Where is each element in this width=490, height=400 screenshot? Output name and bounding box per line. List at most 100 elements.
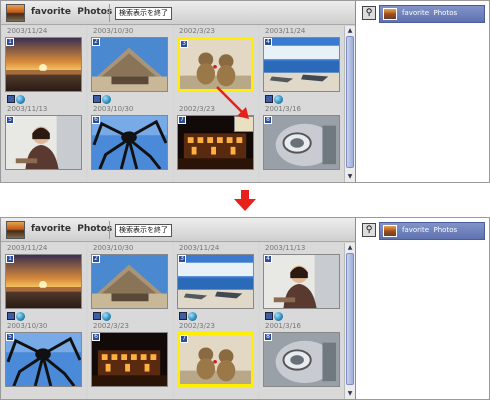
photo-thumbnail[interactable]: 2 <box>91 254 168 309</box>
photo-date: 2003/11/13 <box>7 105 48 113</box>
drag-arrow-icon <box>216 86 249 119</box>
photo-thumbnail[interactable]: 8 <box>263 332 340 387</box>
photo-number-badge: 2 <box>92 38 100 46</box>
photo-thumbnail[interactable]: 2 <box>91 37 168 92</box>
photo-thumbnail[interactable]: 5 <box>5 332 82 387</box>
sidebar-item-favorite-photos[interactable]: favorite Photos <box>379 222 485 240</box>
photo-cell[interactable]: 2003/11/24 4 <box>260 26 344 105</box>
globe-icon[interactable] <box>274 312 283 321</box>
photo-browser: favorite Photos 検索表示を終了 2003/11/24 1 2003/… <box>1 1 356 182</box>
album-title: favorite Photos <box>31 7 113 17</box>
header-divider <box>109 4 110 22</box>
thumbnail-grid: 2003/11/24 1 2003/10/30 2 2003/11/24 3 2003/11… <box>1 243 344 399</box>
photo-cell[interactable]: 2002/3/23 6 <box>88 321 172 399</box>
photo-status-icons <box>7 312 37 321</box>
scroll-up-icon[interactable]: ▲ <box>346 244 354 252</box>
photo-date: 2003/10/30 <box>93 105 134 113</box>
photo-date: 2003/10/30 <box>93 244 134 252</box>
globe-icon[interactable] <box>274 95 283 104</box>
vertical-scrollbar[interactable]: ▲ ▼ <box>344 243 355 399</box>
exit-search-button[interactable]: 検索表示を終了 <box>115 7 172 20</box>
scroll-down-icon[interactable]: ▼ <box>346 173 354 181</box>
photo-cell[interactable]: 2001/3/16 8 <box>260 321 344 399</box>
photo-number-badge: 6 <box>92 116 100 124</box>
photo-date: 2003/10/30 <box>93 27 134 35</box>
photo-cell[interactable]: 2003/10/30 2 <box>88 26 172 105</box>
info-icon[interactable] <box>93 312 101 320</box>
photo-cell[interactable]: 2003/10/30 5 <box>2 321 86 399</box>
photo-number-badge: 7 <box>180 335 188 343</box>
photo-number-badge: 8 <box>264 116 272 124</box>
info-icon[interactable] <box>93 95 101 103</box>
photo-status-icons <box>265 95 295 104</box>
photo-status-icons <box>265 312 295 321</box>
photo-thumbnail[interactable]: 3 <box>177 254 254 309</box>
photo-cell[interactable]: 2002/3/23 7 <box>174 321 258 399</box>
photo-thumbnail[interactable]: 8 <box>263 115 340 170</box>
globe-icon[interactable] <box>102 95 111 104</box>
photo-thumbnail[interactable]: 5 <box>5 115 82 170</box>
photo-number-badge: 5 <box>6 333 14 341</box>
photo-cell[interactable]: 2003/11/24 1 <box>2 26 86 105</box>
scroll-thumb[interactable] <box>346 36 354 168</box>
photo-thumbnail[interactable]: 6 <box>91 115 168 170</box>
photo-thumbnail[interactable]: 4 <box>263 37 340 92</box>
photo-number-badge: 6 <box>92 333 100 341</box>
header-divider <box>109 221 110 239</box>
photo-number-badge: 1 <box>6 255 14 263</box>
photo-cell[interactable]: 2003/11/24 1 <box>2 243 86 322</box>
panel-after: favorite Photos 検索表示を終了 2003/11/24 1 2003/… <box>0 217 490 400</box>
photo-number-badge: 7 <box>178 116 186 124</box>
globe-icon[interactable] <box>188 312 197 321</box>
photo-thumbnail[interactable]: 1 <box>5 254 82 309</box>
binoculars-icon[interactable]: ⚲ <box>362 223 376 237</box>
album-sidebar: ⚲ favorite Photos <box>357 1 489 182</box>
photo-cell[interactable]: 2001/3/16 8 <box>260 104 344 182</box>
scroll-up-icon[interactable]: ▲ <box>346 27 354 35</box>
sidebar-item-favorite-photos[interactable]: favorite Photos <box>379 5 485 23</box>
photo-cell[interactable]: 2003/11/24 3 <box>174 243 258 322</box>
info-icon[interactable] <box>265 95 273 103</box>
down-arrow-icon <box>234 190 256 211</box>
photo-thumbnail[interactable]: 7 <box>177 332 254 387</box>
info-icon[interactable] <box>179 312 187 320</box>
scroll-thumb[interactable] <box>346 253 354 385</box>
photo-date: 2003/10/30 <box>7 322 48 330</box>
globe-icon[interactable] <box>16 95 25 104</box>
photo-thumbnail[interactable]: 3 <box>177 37 254 92</box>
photo-number-badge: 2 <box>92 255 100 263</box>
globe-icon[interactable] <box>16 312 25 321</box>
sidebar-item-label: favorite Photos <box>402 9 458 17</box>
globe-icon[interactable] <box>102 312 111 321</box>
exit-search-button[interactable]: 検索表示を終了 <box>115 224 172 237</box>
info-icon[interactable] <box>7 95 15 103</box>
photo-cell[interactable]: 2003/11/13 4 <box>260 243 344 322</box>
sidebar-item-label: favorite Photos <box>402 226 458 234</box>
photo-date: 2003/11/13 <box>265 244 306 252</box>
photo-album-icon <box>6 221 25 239</box>
photo-cell[interactable]: 2003/10/30 6 <box>88 104 172 182</box>
info-icon[interactable] <box>265 312 273 320</box>
photo-number-badge: 8 <box>264 333 272 341</box>
browser-header: favorite Photos 検索表示を終了 <box>1 1 355 25</box>
thumbnail-grid: 2003/11/24 1 2003/10/30 2 2002/3/23 3 2003/11/… <box>1 26 344 182</box>
photo-cell[interactable]: 2003/11/13 5 <box>2 104 86 182</box>
binoculars-icon[interactable]: ⚲ <box>362 6 376 20</box>
scroll-down-icon[interactable]: ▼ <box>346 390 354 398</box>
photo-cell[interactable]: 2003/10/30 2 <box>88 243 172 322</box>
photo-thumbnail[interactable]: 1 <box>5 37 82 92</box>
photo-number-badge: 3 <box>180 40 188 48</box>
photo-date: 2003/11/24 <box>179 244 220 252</box>
info-icon[interactable] <box>7 312 15 320</box>
browser-header: favorite Photos 検索表示を終了 <box>1 218 355 242</box>
photo-number-badge: 4 <box>264 38 272 46</box>
vertical-scrollbar[interactable]: ▲ ▼ <box>344 26 355 182</box>
photo-thumbnail[interactable]: 4 <box>263 254 340 309</box>
album-sidebar: ⚲ favorite Photos <box>357 218 489 399</box>
photo-status-icons <box>7 95 37 104</box>
photo-number-badge: 1 <box>6 38 14 46</box>
photo-date: 2002/3/23 <box>179 27 215 35</box>
photo-album-icon <box>383 225 397 237</box>
photo-browser: favorite Photos 検索表示を終了 2003/11/24 1 2003/… <box>1 218 356 399</box>
photo-thumbnail[interactable]: 6 <box>91 332 168 387</box>
